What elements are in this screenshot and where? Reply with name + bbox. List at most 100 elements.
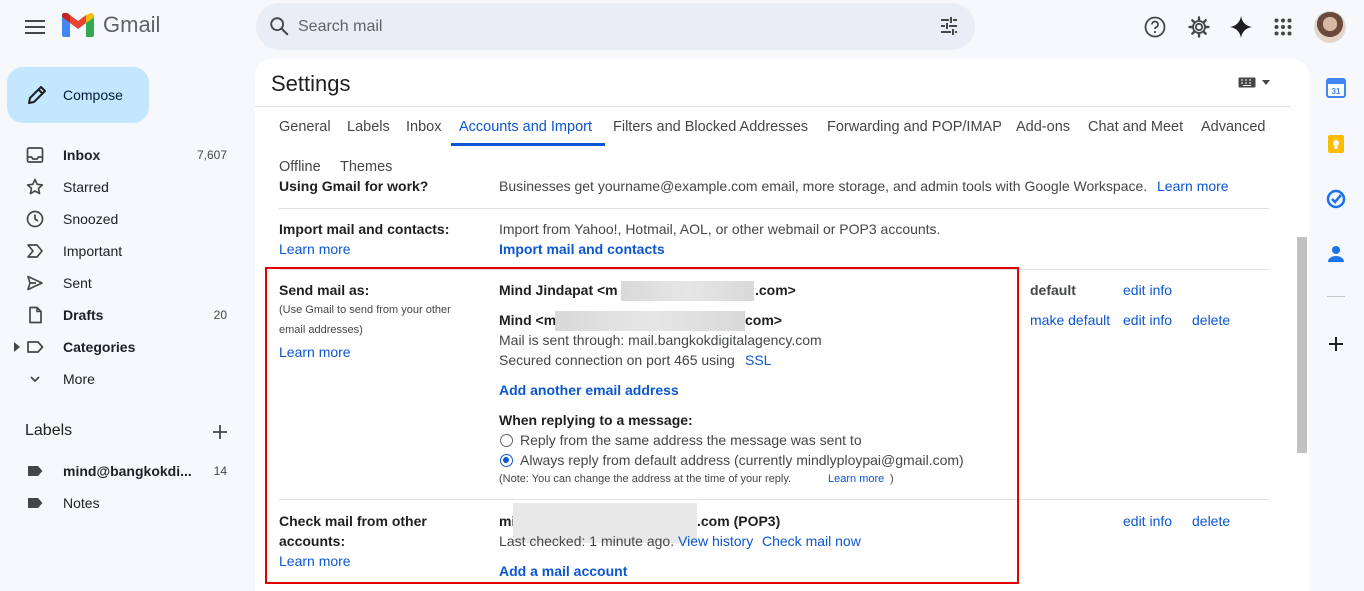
scrollbar-thumb[interactable] [1297,237,1307,453]
pencil-icon [28,86,46,104]
sidebar-item-label: Starred [63,179,109,195]
help-icon [1144,16,1166,38]
keyboard-icon [1238,77,1256,88]
import-learn-more-link[interactable]: Learn more [279,241,351,257]
create-label-icon[interactable] [211,423,229,441]
main-menu-button[interactable] [17,9,53,45]
tab-forwarding[interactable]: Forwarding and POP/IMAP [827,119,1002,135]
gear-icon [1188,16,1210,38]
default-badge: default [1030,282,1076,298]
keep-addon[interactable] [1325,133,1347,155]
tab-advanced[interactable]: Advanced [1201,119,1266,135]
sidebar-item-label: Categories [63,339,136,355]
app-name: Gmail [103,12,161,37]
tab-themes[interactable]: Themes [340,159,392,175]
rail-divider [1327,296,1345,297]
sidebar-label-mind[interactable]: mind@bangkokdi... 14 [0,455,246,487]
unread-count: 7,607 [196,148,227,162]
contacts-icon [1328,246,1344,262]
tab-chat-and-meet[interactable]: Chat and Meet [1088,119,1183,135]
tasks-addon[interactable] [1325,188,1347,210]
page-title: Settings [271,71,351,96]
send-icon [27,275,43,291]
clock-icon [26,210,44,228]
expand-caret-icon [14,342,20,352]
import-mail-contacts-link[interactable]: Import mail and contacts [499,241,665,257]
sidebar-item-starred[interactable]: Starred [0,171,246,203]
sidebar-item-label: Sent [63,275,92,291]
top-bar: Gmail [0,0,1364,54]
google-apps-button[interactable] [1269,13,1297,41]
compose-label: Compose [63,87,123,103]
sidebar-item-label: Important [63,243,123,259]
account-avatar[interactable] [1314,11,1346,43]
gmail-logo[interactable]: Gmail [62,12,160,38]
active-tab-indicator [451,143,605,146]
tab-accounts-and-import[interactable]: Accounts and Import [459,119,592,135]
chevron-down-icon [30,376,40,383]
contacts-addon[interactable] [1325,243,1347,265]
sidebar-item-drafts[interactable]: Drafts 20 [0,299,246,331]
tab-add-ons[interactable]: Add-ons [1016,119,1070,135]
label-filled-icon [28,466,43,476]
gmail-m-icon [62,13,94,37]
work-label: Using Gmail for work? [279,179,429,194]
edit-info-link[interactable]: edit info [1123,513,1172,529]
sidebar-item-important[interactable]: Important [0,235,246,267]
label-count: 14 [213,464,227,478]
sidebar-item-label: Notes [63,495,100,511]
sidebar-label-notes[interactable]: Notes [0,487,246,519]
label-icon [27,341,44,353]
search-icon [270,17,289,36]
import-label: Import mail and contacts: [279,221,450,237]
tab-labels[interactable]: Labels [347,119,390,135]
tab-general[interactable]: General [279,119,331,135]
make-default-link[interactable]: make default [1030,312,1110,328]
gemini-sparkle-icon [1230,16,1252,38]
draft-icon [29,306,42,324]
search-options-icon [941,17,957,35]
tab-offline[interactable]: Offline [279,159,321,175]
sidebar-item-more[interactable]: More [0,363,246,395]
important-icon [27,244,43,258]
svg-text:31: 31 [1332,87,1341,96]
work-text: Businesses get yourname@example.com emai… [499,179,1148,194]
labels-heading: Labels [25,422,73,439]
tab-filters[interactable]: Filters and Blocked Addresses [613,119,808,135]
settings-button[interactable] [1185,13,1213,41]
import-description: Import from Yahoo!, Hotmail, AOL, or oth… [499,221,941,237]
sidebar-item-sent[interactable]: Sent [0,267,246,299]
support-button[interactable] [1141,13,1169,41]
edit-info-link[interactable]: edit info [1123,312,1172,328]
hamburger-menu-icon [25,20,45,34]
get-addons-button[interactable] [1325,333,1347,355]
calendar-addon[interactable]: 31 [1325,77,1347,99]
inbox-icon [26,147,44,163]
sidebar-item-label: mind@bangkokdi... [63,463,192,479]
title-divider [255,106,1291,107]
work-learn-more-link[interactable]: Learn more [1157,179,1229,194]
calendar-icon: 31 [1326,78,1346,98]
sidebar-item-label: Inbox [63,147,101,163]
sidebar-item-categories[interactable]: Categories [0,331,246,363]
star-icon [26,178,44,195]
input-tools-toggle[interactable] [1238,77,1270,88]
apps-grid-icon [1274,18,1292,36]
tasks-icon [1326,189,1346,209]
sidebar-item-inbox[interactable]: Inbox 7,607 [0,139,246,171]
tab-inbox[interactable]: Inbox [406,119,441,135]
delete-link[interactable]: delete [1192,513,1230,529]
keep-icon [1328,135,1344,153]
gemini-button[interactable] [1227,13,1255,41]
search-bar[interactable] [256,3,975,50]
search-input[interactable] [298,15,898,39]
settings-panel: Settings General Labels Inbox Accounts a… [255,59,1309,591]
plus-icon [1329,337,1343,351]
compose-button[interactable]: Compose [7,67,149,123]
delete-link[interactable]: delete [1192,312,1230,328]
sidebar-item-snoozed[interactable]: Snoozed [0,203,246,235]
label-filled-icon [28,498,43,508]
row-divider [279,208,1269,209]
edit-info-link[interactable]: edit info [1123,282,1172,298]
sidebar-item-label: Drafts [63,307,104,323]
